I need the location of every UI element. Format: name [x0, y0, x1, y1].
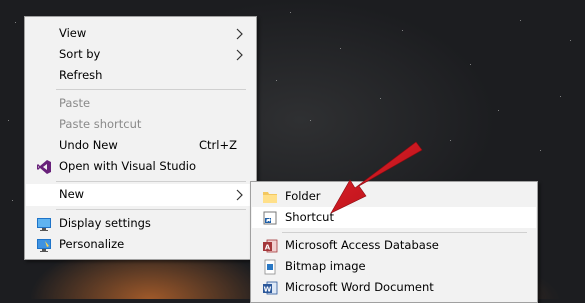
menu-separator	[282, 232, 527, 233]
menu-item-label: New	[59, 187, 85, 201]
visual-studio-icon	[37, 160, 51, 174]
menu-item-paste-shortcut: Paste shortcut	[26, 114, 255, 135]
chevron-right-icon	[236, 28, 243, 40]
menu-item-label: Personalize	[59, 237, 125, 251]
submenu-item-label: Shortcut	[285, 210, 334, 224]
word-document-icon: W	[263, 281, 278, 295]
personalize-icon	[37, 239, 51, 252]
menu-item-display-settings[interactable]: Display settings	[26, 213, 255, 234]
menu-separator	[56, 181, 246, 182]
menu-separator	[56, 89, 246, 90]
shortcut-icon	[263, 211, 277, 225]
menu-item-label: Paste shortcut	[59, 117, 142, 131]
menu-item-label: Open with Visual Studio	[59, 159, 197, 173]
submenu-item-access-database[interactable]: A Microsoft Access Database	[252, 235, 536, 256]
new-submenu: Folder Shortcut A Microsoft Access Datab…	[250, 181, 538, 303]
menu-item-view[interactable]: View	[26, 23, 255, 44]
display-settings-icon	[37, 218, 51, 231]
menu-item-label: Refresh	[59, 68, 103, 82]
menu-item-label: Undo New	[59, 138, 118, 152]
menu-item-personalize[interactable]: Personalize	[26, 234, 255, 255]
submenu-item-label: Microsoft Word Document	[285, 280, 434, 294]
desktop-context-menu: View Sort by Refresh Paste Paste shortcu…	[24, 16, 257, 260]
submenu-item-folder[interactable]: Folder	[252, 186, 536, 207]
menu-item-undo-new[interactable]: Undo New Ctrl+Z	[26, 135, 255, 156]
menu-item-label: Sort by	[59, 47, 101, 61]
submenu-item-word-document[interactable]: W Microsoft Word Document	[252, 277, 536, 298]
chevron-right-icon	[236, 189, 243, 201]
menu-item-refresh[interactable]: Refresh	[26, 65, 255, 86]
menu-item-paste: Paste	[26, 93, 255, 114]
menu-item-sort-by[interactable]: Sort by	[26, 44, 255, 65]
menu-item-new[interactable]: New	[26, 184, 255, 206]
svg-text:W: W	[264, 286, 272, 294]
menu-separator	[56, 209, 246, 210]
menu-item-label: Paste	[59, 96, 91, 110]
menu-item-label: View	[59, 26, 87, 40]
submenu-item-bitmap-image[interactable]: Bitmap image	[252, 256, 536, 277]
folder-icon	[263, 192, 277, 203]
svg-text:A: A	[265, 244, 271, 252]
menu-item-label: Display settings	[59, 216, 151, 230]
submenu-item-label: Folder	[285, 189, 321, 203]
bitmap-image-icon	[264, 259, 276, 275]
keyboard-shortcut: Ctrl+Z	[199, 138, 237, 152]
submenu-item-label: Microsoft Access Database	[285, 238, 439, 252]
chevron-right-icon	[236, 49, 243, 61]
submenu-item-label: Bitmap image	[285, 259, 366, 273]
menu-item-open-with-visual-studio[interactable]: Open with Visual Studio	[26, 156, 255, 177]
submenu-item-shortcut[interactable]: Shortcut	[252, 207, 536, 228]
access-database-icon: A	[263, 239, 278, 253]
